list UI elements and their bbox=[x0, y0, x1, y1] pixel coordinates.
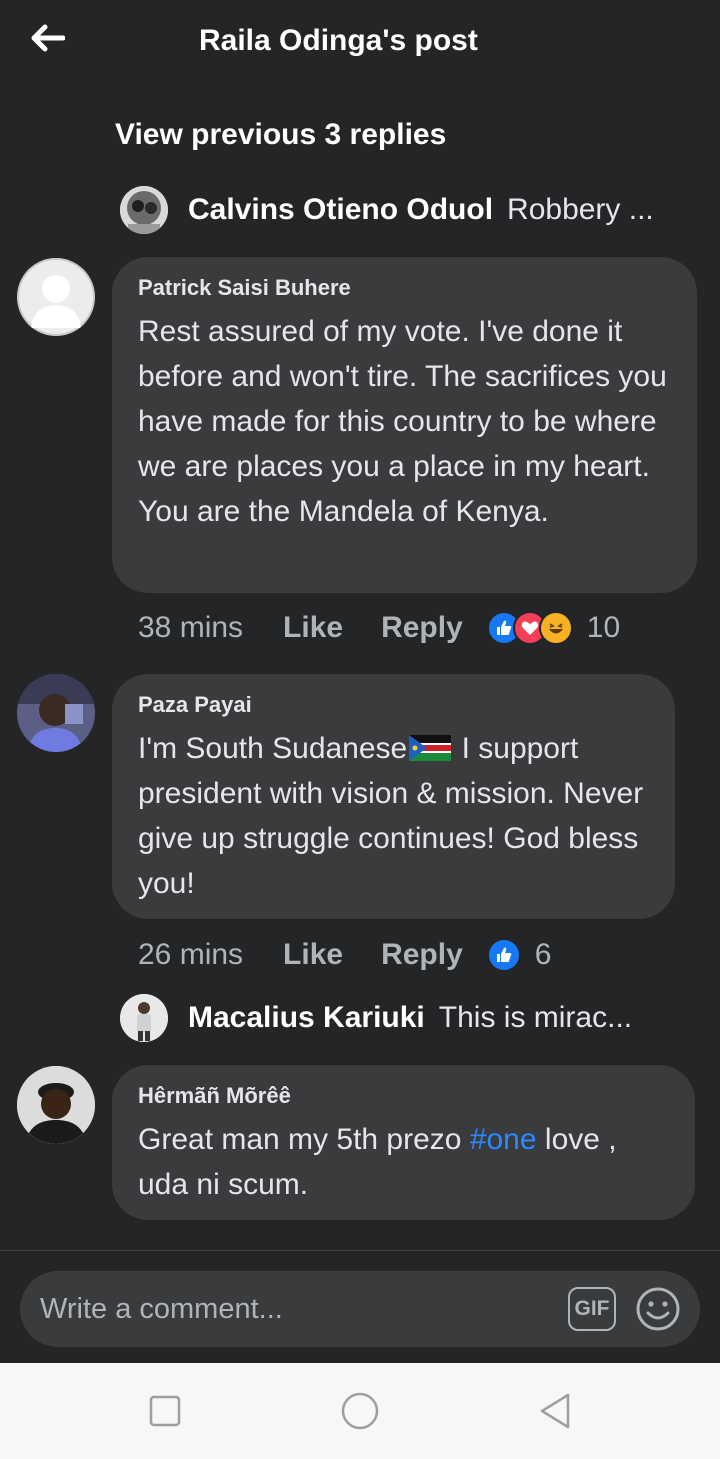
app-screen: Raila Odinga's post View previous 3 repl… bbox=[0, 0, 720, 1363]
comment-input[interactable] bbox=[40, 1271, 560, 1347]
nav-circle-icon bbox=[341, 1392, 379, 1430]
system-navigation-bar bbox=[0, 1363, 720, 1459]
reply-snippet: This is mirac... bbox=[438, 1001, 633, 1034]
comment-composer: GIF bbox=[20, 1271, 700, 1347]
south-sudan-flag-icon bbox=[409, 735, 452, 761]
recent-apps-button[interactable] bbox=[145, 1391, 185, 1431]
comment-time: 38 mins bbox=[138, 611, 244, 644]
comment-bubble: Patrick Saisi Buhere Rest assured of my … bbox=[112, 257, 697, 593]
gif-button[interactable]: GIF bbox=[568, 1287, 616, 1331]
emoji-icon bbox=[636, 1287, 680, 1331]
comment-author[interactable]: Paza Payai bbox=[138, 690, 649, 720]
reaction-icons[interactable] bbox=[486, 611, 573, 645]
comment-text: I'm South Sudanese I support president w… bbox=[138, 726, 649, 906]
header: Raila Odinga's post bbox=[0, 0, 720, 88]
gif-icon: GIF bbox=[574, 1297, 610, 1320]
view-previous-replies-link[interactable]: View previous 3 replies bbox=[115, 118, 446, 152]
back-button[interactable] bbox=[22, 16, 72, 60]
system-back-button[interactable] bbox=[536, 1391, 576, 1431]
nav-back-triangle-icon bbox=[540, 1393, 570, 1429]
back-arrow-icon bbox=[31, 24, 65, 52]
avatar[interactable] bbox=[17, 258, 95, 336]
comment-text-part: Great man my 5th prezo bbox=[138, 1123, 470, 1156]
reply-button[interactable]: Reply bbox=[381, 938, 463, 972]
like-reaction-icon bbox=[486, 938, 521, 972]
comment-text: Great man my 5th prezo #one love , uda n… bbox=[138, 1117, 669, 1207]
reply-preview[interactable]: Macalius Kariuki This is mirac... bbox=[120, 992, 680, 1044]
reaction-icons[interactable] bbox=[486, 938, 521, 972]
page-title: Raila Odinga's post bbox=[199, 24, 478, 57]
reply-button[interactable]: Reply bbox=[381, 611, 463, 645]
emoji-button[interactable] bbox=[634, 1285, 682, 1333]
comment-author[interactable]: Patrick Saisi Buhere bbox=[138, 273, 671, 303]
comment-actions: 38 mins Like Reply 10 bbox=[138, 604, 620, 652]
reaction-count: 6 bbox=[534, 938, 552, 971]
like-button[interactable]: Like bbox=[283, 938, 343, 972]
comment-text: Rest assured of my vote. I've done it be… bbox=[138, 315, 667, 528]
comment-time: 26 mins bbox=[138, 938, 244, 971]
home-button[interactable] bbox=[340, 1391, 380, 1431]
avatar[interactable] bbox=[17, 1066, 95, 1144]
comment-author[interactable]: Hêrmãñ Mõrêê bbox=[138, 1081, 669, 1111]
reaction-count: 10 bbox=[586, 611, 621, 644]
like-button[interactable]: Like bbox=[283, 611, 343, 645]
reply-preview[interactable]: Calvins Otieno Oduol Robbery ... bbox=[120, 184, 680, 236]
reply-author: Macalius Kariuki bbox=[188, 1001, 425, 1034]
avatar bbox=[120, 994, 168, 1042]
comment-actions: 26 mins Like Reply 6 bbox=[138, 931, 551, 979]
avatar[interactable] bbox=[17, 674, 95, 752]
reply-snippet: Robbery ... bbox=[507, 193, 654, 226]
reply-author: Calvins Otieno Oduol bbox=[188, 193, 494, 226]
avatar bbox=[120, 186, 168, 234]
hashtag-link[interactable]: #one bbox=[470, 1123, 537, 1156]
nav-square-icon bbox=[149, 1395, 181, 1427]
comment-bubble: Hêrmãñ Mõrêê Great man my 5th prezo #one… bbox=[112, 1065, 695, 1220]
comment-bubble: Paza Payai I'm South Sudanese I support … bbox=[112, 674, 675, 919]
comment-composer-bar: GIF bbox=[0, 1250, 720, 1363]
haha-reaction-icon bbox=[538, 611, 573, 645]
comment-text-part: I'm South Sudanese bbox=[138, 732, 408, 765]
